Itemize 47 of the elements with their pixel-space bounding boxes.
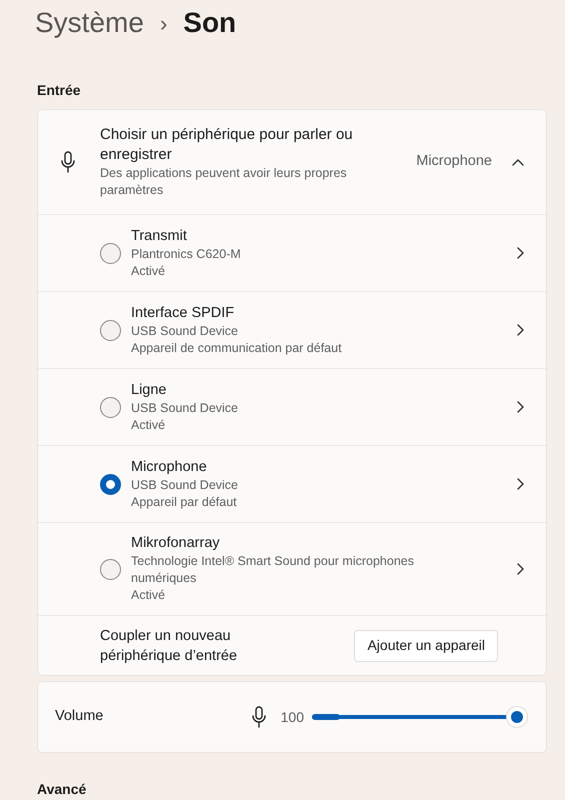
device-row[interactable]: Ligne USB Sound Device Activé xyxy=(38,369,546,446)
selected-device-value: Microphone xyxy=(416,152,492,172)
radio-button[interactable] xyxy=(100,396,121,418)
section-heading: Entrée xyxy=(37,81,82,100)
volume-slider-thumb[interactable] xyxy=(506,706,528,728)
device-detail: Plantronics C620-M xyxy=(131,246,242,262)
selector-description: Des applications peuvent avoir leurs propres paramètres xyxy=(100,165,348,199)
chevron-right-icon xyxy=(516,478,524,490)
device-status: Activé xyxy=(131,587,166,604)
volume-label: Volume xyxy=(55,707,104,726)
device-status: Appareil de communication par défaut xyxy=(131,340,343,356)
chevron-right-icon xyxy=(516,324,524,336)
device-row[interactable]: Transmit Plantronics C620-M Activé xyxy=(38,215,546,292)
microphone-icon xyxy=(250,706,267,728)
device-selector[interactable]: Choisir un périphérique pour parler ou enregistrer Des applications peuvent avoir leurs propres paramètres Microphone xyxy=(38,110,546,215)
device-name: Ligne xyxy=(131,380,168,400)
add-device-button[interactable]: Ajouter un appareil xyxy=(354,630,498,662)
device-row[interactable]: Microphone USB Sound Device Appareil par défaut xyxy=(38,446,546,523)
radio-button[interactable] xyxy=(100,474,121,494)
pair-device-label: Coupler un nouveau périphérique d’entrée xyxy=(100,626,238,666)
device-status: Activé xyxy=(131,262,166,280)
device-detail: USB Sound Device xyxy=(131,322,240,340)
volume-reading: 100 xyxy=(280,708,304,726)
device-detail: USB Sound Device xyxy=(131,400,240,416)
device-name: Interface SPDIF xyxy=(131,304,236,322)
device-detail: Technologie Intel® Smart Sound pour microphones numériques xyxy=(131,553,415,587)
radio-button[interactable] xyxy=(100,242,121,264)
chevron-right-icon xyxy=(516,563,524,575)
selector-title: Choisir un périphérique pour parler ou enregistrer xyxy=(100,125,354,165)
device-row[interactable]: Mikrofonarray Technologie Intel® Smart Sound pour microphones numériques Activé xyxy=(38,523,546,616)
device-name: Microphone xyxy=(131,458,208,476)
breadcrumb-separator: › xyxy=(160,10,168,38)
radio-button[interactable] xyxy=(100,558,121,580)
microphone-icon xyxy=(60,151,76,173)
breadcrumb-parent[interactable]: Système xyxy=(35,2,144,44)
device-row[interactable]: Interface SPDIF USB Sound Device Appareil de communication par défaut xyxy=(38,292,546,369)
device-status: Appareil par défaut xyxy=(131,494,238,510)
device-name: Mikrofonarray xyxy=(131,534,221,553)
section-heading: Avancé xyxy=(37,781,88,797)
device-name: Transmit xyxy=(131,226,188,246)
device-status: Activé xyxy=(131,416,166,434)
chevron-right-icon xyxy=(516,401,524,413)
chevron-right-icon xyxy=(516,247,524,259)
device-detail: USB Sound Device xyxy=(131,476,240,494)
radio-button[interactable] xyxy=(100,320,121,340)
page-title: Son xyxy=(183,6,236,40)
volume-slider-track[interactable] xyxy=(312,706,528,728)
